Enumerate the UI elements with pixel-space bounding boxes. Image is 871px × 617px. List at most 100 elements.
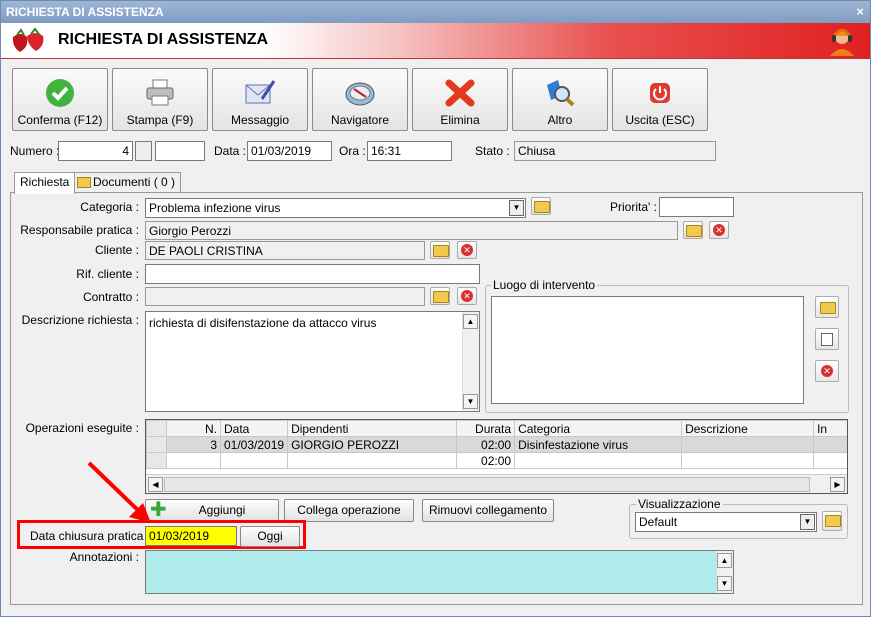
cliente-label: Cliente :	[94, 243, 139, 257]
scroll-right-icon[interactable]: ▶	[830, 477, 845, 492]
other-label: Altro	[547, 113, 573, 127]
col-in[interactable]: In	[813, 420, 847, 437]
delete-label: Elimina	[440, 113, 480, 127]
delete-icon: ✕	[461, 244, 473, 256]
check-icon	[46, 79, 74, 107]
tab-richiesta[interactable]: Richiesta	[14, 172, 76, 194]
col-categoria[interactable]: Categoria	[514, 420, 683, 437]
data-field[interactable]: 01/03/2019	[247, 141, 332, 161]
table-row[interactable]: 02:00	[146, 452, 847, 469]
responsabile-clear-button[interactable]: ✕	[709, 221, 729, 239]
numero-field[interactable]: 4	[58, 141, 133, 161]
message-label: Messaggio	[230, 113, 290, 127]
folder-icon	[686, 225, 702, 237]
operazioni-table: N. Data Dipendenti Durata Categoria Desc…	[146, 420, 847, 469]
categoria-folder-button[interactable]	[531, 197, 551, 215]
compass-icon	[345, 82, 375, 106]
rif-cliente-field[interactable]	[145, 264, 480, 284]
cliente-clear-button[interactable]: ✕	[457, 241, 477, 259]
contratto-clear-button[interactable]: ✕	[457, 287, 477, 305]
scroll-down-icon[interactable]: ▼	[717, 576, 732, 591]
delete-icon: ✕	[821, 365, 833, 377]
col-descrizione[interactable]: Descrizione	[681, 420, 815, 437]
descrizione-textarea[interactable]: richiesta di disifenstazione da attacco …	[145, 311, 480, 412]
collega-operazione-button[interactable]: Collega operazione	[284, 499, 414, 522]
annotazioni-scrollbar[interactable]: ▲ ▼	[716, 551, 733, 593]
delete-button[interactable]: Elimina	[412, 68, 508, 131]
priorita-field[interactable]	[659, 197, 734, 217]
categoria-label: Categoria :	[80, 200, 139, 214]
rimuovi-collegamento-button[interactable]: Rimuovi collegamento	[422, 499, 554, 522]
contratto-folder-button[interactable]	[430, 287, 450, 305]
red-arrow-annotation	[87, 461, 151, 523]
chevron-down-icon[interactable]: ▼	[509, 200, 524, 216]
navigator-label: Navigatore	[330, 113, 390, 127]
delete-icon: ✕	[713, 224, 725, 236]
grid-horizontal-scrollbar[interactable]: ◀ ▶	[146, 474, 847, 493]
visualizzazione-select[interactable]: Default ▼	[635, 512, 817, 532]
ora-field[interactable]: 16:31	[367, 141, 452, 161]
col-data[interactable]: Data	[219, 420, 289, 437]
scroll-up-icon[interactable]: ▲	[463, 314, 478, 329]
confirm-button[interactable]: Conferma (F12)	[12, 68, 108, 131]
descrizione-scrollbar[interactable]: ▲ ▼	[462, 312, 479, 411]
title-bar: RICHIESTA DI ASSISTENZA ×	[1, 1, 870, 23]
tab-documenti-label: Documenti ( 0 )	[93, 175, 176, 189]
printer-icon	[146, 79, 174, 106]
close-icon[interactable]: ×	[856, 1, 864, 23]
data-chiusura-label: Data chiusura pratica :	[30, 529, 151, 543]
search-icon	[547, 80, 575, 107]
priorita-label: Priorita' :	[610, 200, 657, 214]
exit-label: Uscita (ESC)	[625, 113, 695, 127]
folder-icon	[433, 245, 449, 257]
operazioni-label: Operazioni eseguite :	[25, 421, 139, 435]
delete-icon: ✕	[461, 290, 473, 302]
tab-documenti[interactable]: Documenti ( 0 )	[72, 172, 182, 193]
responsabile-folder-button[interactable]	[683, 221, 703, 239]
chevron-down-icon[interactable]: ▼	[800, 514, 815, 530]
annotazioni-textarea[interactable]: ▲ ▼	[145, 550, 734, 594]
col-dipendenti[interactable]: Dipendenti	[287, 420, 458, 437]
luogo-clear-button[interactable]: ✕	[815, 360, 839, 382]
stato-field: Chiusa	[514, 141, 716, 161]
scroll-down-icon[interactable]: ▼	[463, 394, 478, 409]
print-label: Stampa (F9)	[126, 113, 194, 127]
col-n[interactable]: N.	[166, 420, 221, 437]
message-button[interactable]: Messaggio	[212, 68, 308, 131]
numero-extra-field[interactable]	[155, 141, 205, 161]
header-title: RICHIESTA DI ASSISTENZA	[58, 31, 269, 48]
col-durata[interactable]: Durata	[456, 420, 516, 437]
cliente-folder-button[interactable]	[430, 241, 450, 259]
annotazioni-label: Annotazioni :	[69, 550, 139, 564]
other-button[interactable]: Altro	[512, 68, 608, 131]
scroll-thumb[interactable]	[164, 477, 810, 492]
luogo-folder-button[interactable]	[815, 296, 839, 318]
rif-cliente-label: Rif. cliente :	[76, 267, 139, 281]
navigator-button[interactable]: Navigatore	[312, 68, 408, 131]
folder-icon	[534, 201, 550, 213]
categoria-value: Problema infezione virus	[149, 201, 281, 215]
folder-icon	[825, 515, 841, 527]
folder-icon	[77, 177, 91, 188]
visualizzazione-folder-button[interactable]	[822, 511, 842, 531]
strawberry-logo-icon	[12, 27, 44, 52]
data-chiusura-field[interactable]: 01/03/2019	[145, 526, 237, 546]
row-header-cell	[146, 420, 167, 437]
support-agent-icon	[830, 28, 854, 56]
luogo-edit-button[interactable]	[815, 328, 839, 350]
folder-icon	[433, 291, 449, 303]
exit-button[interactable]: Uscita (ESC)	[612, 68, 708, 131]
ora-label: Ora :	[339, 144, 366, 158]
visualizzazione-label: Visualizzazione	[636, 497, 723, 511]
luogo-field[interactable]	[491, 296, 804, 404]
table-row[interactable]: 3 01/03/2019 GIORGIO PEROZZI 02:00 Disin…	[146, 436, 847, 453]
print-button[interactable]: Stampa (F9)	[112, 68, 208, 131]
oggi-button[interactable]: Oggi	[240, 526, 300, 547]
responsabile-field: Giorgio Perozzi	[145, 221, 678, 240]
scroll-up-icon[interactable]: ▲	[717, 553, 732, 568]
numero-label: Numero :	[10, 144, 60, 158]
aggiungi-button[interactable]: ✚ Aggiungi	[145, 499, 279, 522]
categoria-select[interactable]: Problema infezione virus ▼	[145, 198, 526, 218]
numero-suffix-button[interactable]	[135, 141, 152, 161]
envelope-icon	[245, 80, 276, 104]
